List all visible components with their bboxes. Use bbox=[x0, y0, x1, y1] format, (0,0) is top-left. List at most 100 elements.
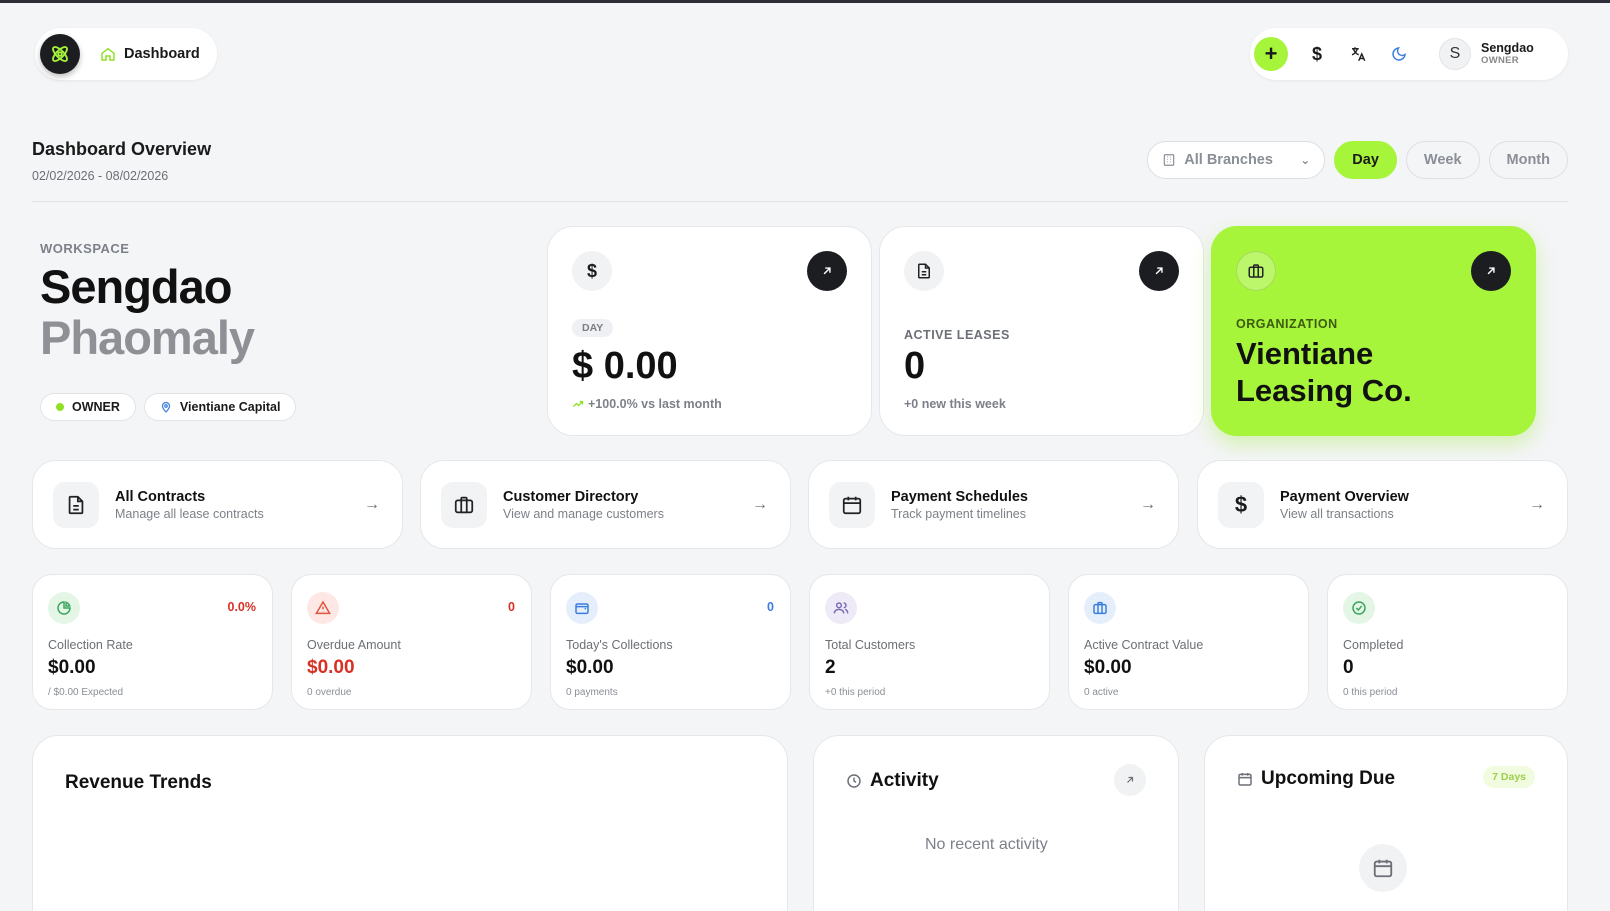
role-badge: OWNER bbox=[40, 393, 136, 421]
metric-badge: 0 bbox=[508, 600, 515, 614]
activity-open-button[interactable] bbox=[1114, 764, 1146, 796]
metric-value: $0.00 bbox=[566, 657, 614, 678]
revenue-value: $ 0.00 bbox=[572, 345, 678, 387]
filter-bar: All Branches ⌄ Day Week Month bbox=[1147, 141, 1568, 179]
upcoming-due-panel: Upcoming Due 7 Days bbox=[1204, 735, 1568, 911]
workspace-first-name: Sengdao bbox=[40, 260, 232, 313]
nav-card-title: Payment Schedules bbox=[891, 488, 1028, 505]
organization-open-button[interactable] bbox=[1471, 251, 1511, 291]
nav-card-title: Customer Directory bbox=[503, 488, 639, 505]
metric-label: Active Contract Value bbox=[1084, 638, 1204, 652]
workspace-badges: OWNER Vientiane Capital bbox=[40, 393, 297, 421]
metric-sub: 0 payments bbox=[566, 687, 618, 698]
metric-completed: Completed 0 0 this period bbox=[1327, 574, 1568, 710]
currency-button[interactable]: $ bbox=[1305, 42, 1329, 66]
nav-card-subtitle: Manage all lease contracts bbox=[115, 506, 264, 521]
nav-card-payment-schedules[interactable]: Payment Schedules Track payment timeline… bbox=[808, 460, 1179, 549]
dollar-icon: $ bbox=[572, 251, 612, 291]
metric-label: Today's Collections bbox=[566, 638, 673, 652]
home-icon bbox=[100, 46, 116, 62]
arrow-up-right-icon bbox=[1155, 267, 1163, 275]
metric-value: $0.00 bbox=[48, 657, 96, 678]
user-role: OWNER bbox=[1481, 54, 1519, 66]
arrow-right-icon: → bbox=[1529, 495, 1545, 513]
metric-collection-rate: 0.0% Collection Rate $0.00 / $0.00 Expec… bbox=[32, 574, 273, 710]
brand-logo-icon[interactable] bbox=[40, 34, 80, 74]
calendar-icon bbox=[1359, 844, 1407, 892]
metric-sub: 0 overdue bbox=[307, 687, 352, 698]
metric-todays-collections: 0 Today's Collections $0.00 0 payments bbox=[550, 574, 791, 710]
trend-up-icon bbox=[573, 400, 584, 407]
period-week[interactable]: Week bbox=[1405, 141, 1480, 179]
location-badge-label: Vientiane Capital bbox=[179, 400, 281, 414]
organization-name: Vientiane Leasing Co. bbox=[1236, 336, 1412, 409]
brand-pill: Dashboard bbox=[35, 28, 217, 80]
briefcase-icon bbox=[441, 481, 487, 528]
metric-sub: 0 active bbox=[1084, 687, 1119, 698]
active-leases-value: 0 bbox=[904, 345, 926, 387]
document-icon bbox=[53, 481, 99, 528]
calendar-icon bbox=[1238, 773, 1252, 786]
page-title: Dashboard Overview bbox=[32, 139, 212, 159]
revenue-trend-label: +100.0% vs last month bbox=[588, 397, 722, 411]
metric-value: 2 bbox=[825, 657, 836, 678]
workspace-last-name: Phaomaly bbox=[40, 311, 255, 364]
nav-card-payment-overview[interactable]: $ Payment Overview View all transactions… bbox=[1197, 460, 1568, 549]
nav-card-subtitle: View all transactions bbox=[1280, 506, 1394, 521]
briefcase-icon bbox=[1236, 251, 1276, 291]
period-chip: DAY bbox=[572, 319, 614, 337]
arrow-right-icon: → bbox=[364, 495, 380, 513]
nav-card-subtitle: Track payment timelines bbox=[891, 506, 1026, 521]
dollar-icon: $ bbox=[1218, 481, 1264, 528]
leases-open-button[interactable] bbox=[1139, 251, 1179, 291]
revenue-open-button[interactable] bbox=[807, 251, 847, 291]
organization-label: ORGANIZATION bbox=[1236, 317, 1338, 331]
toolbar-pill: + $ S Sengdao OWNER bbox=[1250, 28, 1568, 80]
wallet-icon bbox=[566, 592, 598, 624]
panel-title: Revenue Trends bbox=[65, 772, 212, 793]
translate-icon bbox=[1351, 47, 1366, 62]
add-button[interactable]: + bbox=[1254, 37, 1288, 71]
metric-sub: / $0.00 Expected bbox=[48, 687, 124, 698]
check-circle-icon bbox=[1343, 592, 1375, 624]
empty-state: No recent activity bbox=[925, 836, 1048, 853]
panel-title: Activity bbox=[870, 770, 939, 791]
period-month[interactable]: Month bbox=[1488, 141, 1568, 179]
alert-icon bbox=[307, 592, 339, 624]
metric-value: 0 bbox=[1343, 657, 1354, 678]
revenue-card: $ DAY $ 0.00 +100.0% vs last month bbox=[547, 226, 872, 436]
calendar-icon bbox=[829, 481, 875, 528]
active-leases-foot: +0 new this week bbox=[904, 397, 1006, 411]
nav-card-title: All Contracts bbox=[115, 488, 206, 505]
moon-icon bbox=[1392, 47, 1406, 61]
metric-label: Total Customers bbox=[825, 638, 916, 652]
arrow-right-icon: → bbox=[752, 495, 768, 513]
revenue-trends-panel: Revenue Trends bbox=[32, 735, 788, 911]
top-border bbox=[0, 0, 1610, 3]
plus-icon: + bbox=[1264, 41, 1278, 66]
user-menu[interactable]: S Sengdao OWNER bbox=[1439, 38, 1534, 70]
arrow-right-icon: → bbox=[1140, 495, 1156, 513]
branch-select[interactable]: All Branches ⌄ bbox=[1147, 141, 1326, 179]
nav-dashboard-link[interactable]: Dashboard bbox=[100, 46, 200, 62]
user-name: Sengdao bbox=[1481, 40, 1534, 55]
nav-card-subtitle: View and manage customers bbox=[503, 506, 664, 521]
metric-active-contract-value: Active Contract Value $0.00 0 active bbox=[1068, 574, 1309, 710]
metric-sub: 0 this period bbox=[1343, 687, 1398, 698]
nav-card-all-contracts[interactable]: All Contracts Manage all lease contracts… bbox=[32, 460, 403, 549]
nav-card-customer-directory[interactable]: Customer Directory View and manage custo… bbox=[420, 460, 791, 549]
avatar: S bbox=[1439, 38, 1471, 70]
active-leases-label: ACTIVE LEASES bbox=[904, 328, 1010, 342]
users-icon bbox=[825, 592, 857, 624]
metric-label: Collection Rate bbox=[48, 638, 133, 652]
metric-badge: 0.0% bbox=[227, 600, 257, 614]
date-range: 02/02/2026 - 08/02/2026 bbox=[32, 169, 169, 183]
translate-button[interactable] bbox=[1346, 42, 1370, 66]
activity-panel: Activity No recent activity bbox=[813, 735, 1179, 911]
theme-toggle[interactable] bbox=[1387, 42, 1411, 66]
metric-badge: 0 bbox=[767, 600, 774, 614]
period-day[interactable]: Day bbox=[1334, 141, 1397, 179]
chevron-down-icon: ⌄ bbox=[1300, 153, 1311, 167]
location-pin-icon bbox=[161, 401, 171, 413]
branch-select-value: All Branches bbox=[1184, 152, 1273, 168]
